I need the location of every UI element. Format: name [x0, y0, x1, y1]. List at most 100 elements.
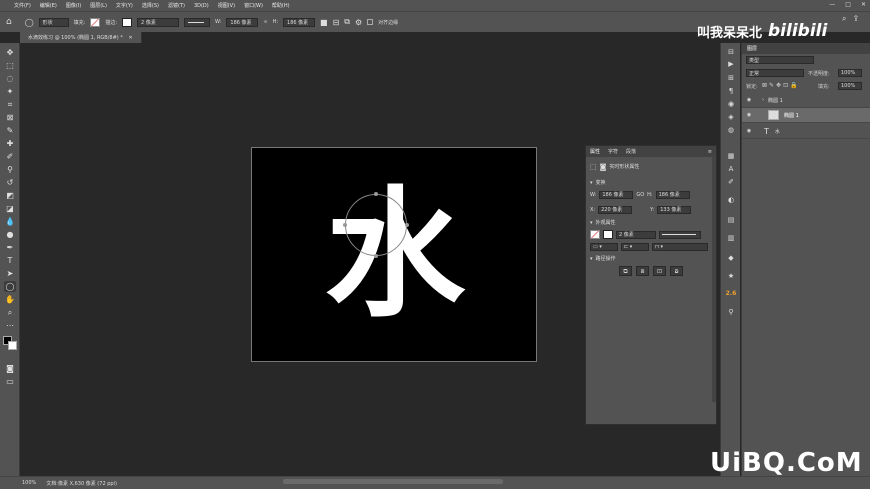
paragraph-icon[interactable]: ¶: [725, 86, 737, 96]
layers-tab[interactable]: 图层: [742, 43, 870, 54]
menu-item-help[interactable]: 帮助(H): [272, 2, 290, 9]
stamp-tool-icon[interactable]: ⚲: [4, 164, 16, 175]
path-arrange-icon[interactable]: ⧉: [344, 17, 350, 27]
character-icon[interactable]: A: [725, 164, 737, 174]
maximize-icon[interactable]: □: [845, 1, 851, 8]
height-field[interactable]: 186 像素: [283, 17, 316, 27]
share-icon[interactable]: ⇪: [852, 14, 859, 24]
minimize-icon[interactable]: —: [829, 1, 835, 8]
document-canvas[interactable]: 水: [251, 147, 537, 362]
anchor-point[interactable]: [374, 192, 378, 196]
subtract-shape-button[interactable]: ⧈: [636, 265, 649, 276]
exclude-overlap-button[interactable]: ⧇: [670, 265, 683, 276]
tab-paragraph[interactable]: 段落: [626, 148, 636, 155]
zoom-tool-icon[interactable]: ⌕: [4, 307, 16, 318]
more-tools-icon[interactable]: ⋯: [4, 320, 16, 331]
patterns-icon[interactable]: ◆: [725, 253, 737, 263]
stroke-cap-select[interactable]: ⊏ ▾: [621, 242, 649, 251]
ellipse-tool-icon[interactable]: ◯: [25, 18, 34, 27]
frame-tool-icon[interactable]: ⊠: [4, 112, 16, 123]
stroke-width-field[interactable]: 2 像素: [137, 17, 180, 27]
eye-icon[interactable]: ◉: [725, 99, 737, 109]
anchor-point[interactable]: [405, 223, 409, 227]
color-icon[interactable]: ◐: [725, 195, 737, 205]
anchor-point[interactable]: [343, 223, 347, 227]
stroke-join-select[interactable]: ⊓ ▾: [652, 242, 708, 251]
shape-mode-select[interactable]: 形状: [38, 17, 69, 27]
lock-icons[interactable]: ⊠✎✥⊡🔒: [762, 82, 800, 89]
library-icon[interactable]: ▦: [725, 151, 737, 161]
layer-row[interactable]: ◉ › 椭圆 1: [742, 93, 870, 108]
prop-stroke-swatch[interactable]: [603, 230, 613, 239]
gear-icon[interactable]: ⚙: [355, 18, 362, 27]
gradient-tool-icon[interactable]: ◪: [4, 203, 16, 214]
history-icon[interactable]: ⊟: [725, 47, 737, 57]
eye-icon[interactable]: ◉: [742, 97, 756, 103]
move-tool-icon[interactable]: ✥: [4, 47, 16, 58]
zoom-level[interactable]: 100%: [22, 480, 36, 486]
properties-scrollbar[interactable]: [712, 157, 716, 402]
hand-tool-icon[interactable]: ✋: [4, 294, 16, 305]
pathops-section[interactable]: ▾ 路径操作: [590, 254, 712, 263]
layers-icon[interactable]: ◈: [725, 112, 737, 122]
stroke-swatch[interactable]: [122, 17, 133, 27]
play-icon[interactable]: ▶: [725, 59, 737, 69]
combine-shapes-button[interactable]: ⧉: [619, 265, 632, 276]
appearance-section[interactable]: ▾ 外观属性: [590, 218, 712, 227]
horizontal-scrollbar[interactable]: [283, 479, 503, 484]
menu-item-image[interactable]: 图像(I): [66, 2, 81, 9]
layer-filter-select[interactable]: 类型: [746, 56, 814, 64]
ellipse-shape-outline[interactable]: [345, 194, 407, 256]
swatches-icon[interactable]: ▤: [725, 215, 737, 225]
opacity-field[interactable]: 100%: [838, 69, 862, 77]
lasso-tool-icon[interactable]: ◌: [4, 73, 16, 84]
prop-height-field[interactable]: 186 像素: [655, 190, 690, 199]
menu-item-layer[interactable]: 图层(L): [90, 2, 107, 9]
brush-tool-icon[interactable]: ✐: [4, 151, 16, 162]
anchor-point[interactable]: [374, 254, 378, 258]
history-brush-icon[interactable]: ↺: [4, 177, 16, 188]
menu-item-edit[interactable]: 编辑(E): [40, 2, 57, 9]
transform-section[interactable]: ▾ 变换: [590, 178, 712, 187]
home-icon[interactable]: ⌂: [6, 17, 12, 27]
marquee-tool-icon[interactable]: ⬚: [4, 60, 16, 71]
link-icon[interactable]: GO: [636, 192, 644, 198]
channels-icon[interactable]: ◍: [725, 125, 737, 135]
type-tool-icon[interactable]: T: [4, 255, 16, 266]
tab-properties[interactable]: 属性: [590, 148, 600, 155]
prop-width-field[interactable]: 186 像素: [599, 190, 634, 199]
panel-menu-icon[interactable]: ≡: [708, 149, 712, 155]
fill-field[interactable]: 100%: [838, 82, 862, 90]
width-field[interactable]: 186 像素: [226, 17, 259, 27]
path-align-icon[interactable]: ⊟: [333, 18, 340, 27]
prop-x-field[interactable]: 220 像素: [598, 205, 633, 214]
eye-icon[interactable]: ◉: [742, 112, 756, 118]
stamp-icon[interactable]: ⚲: [725, 307, 737, 317]
magic-wand-icon[interactable]: ✦: [4, 86, 16, 97]
menu-item-3d[interactable]: 3D(D): [194, 3, 209, 9]
crop-tool-icon[interactable]: ⌗: [4, 99, 16, 110]
ellipse-shape-tool-icon[interactable]: ◯: [4, 281, 16, 292]
menu-item-select[interactable]: 选择(S): [142, 2, 159, 9]
path-ops-icon[interactable]: ■: [320, 18, 328, 27]
background-color-swatch[interactable]: [8, 341, 17, 350]
eraser-tool-icon[interactable]: ◩: [4, 190, 16, 201]
screen-mode-icon[interactable]: ▭: [4, 376, 16, 387]
menu-item-type[interactable]: 文字(Y): [116, 2, 133, 9]
blur-tool-icon[interactable]: 💧: [4, 216, 16, 227]
dodge-tool-icon[interactable]: ●: [4, 229, 16, 240]
menu-item-filter[interactable]: 滤镜(T): [168, 2, 185, 9]
fill-swatch[interactable]: [90, 17, 101, 27]
link-icon[interactable]: ∞: [263, 19, 267, 25]
prop-y-field[interactable]: 133 像素: [657, 205, 692, 214]
eyedropper-icon[interactable]: ✎: [4, 125, 16, 136]
document-tab[interactable]: 水滴效练习 @ 100% (椭圆 1, RGB/8#) * ✕: [20, 32, 142, 43]
search-icon[interactable]: ⌕: [842, 14, 846, 24]
blend-mode-select[interactable]: 正常: [746, 69, 804, 77]
prop-stroke-type[interactable]: [659, 230, 701, 239]
brush-preset-icon[interactable]: ✐: [725, 177, 737, 187]
layer-row-selected[interactable]: ◉ 椭圆 1: [742, 108, 870, 123]
gradients-icon[interactable]: ▥: [725, 233, 737, 243]
tab-character[interactable]: 字符: [608, 148, 618, 155]
pen-tool-icon[interactable]: ✒: [4, 242, 16, 253]
